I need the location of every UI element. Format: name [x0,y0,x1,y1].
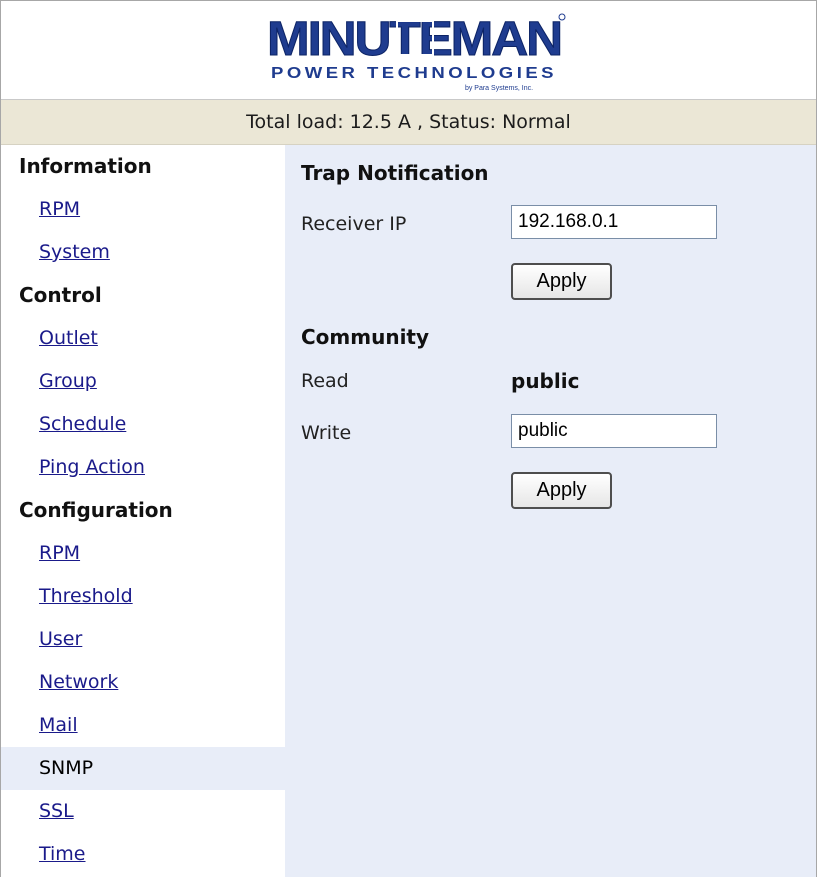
sidebar-item-configuration-rpm[interactable]: RPM [1,532,285,575]
sidebar-item-snmp[interactable]: SNMP [1,747,285,790]
sidebar: Information RPM System Control Outlet Gr… [1,145,285,877]
status-text: Total load: 12.5 A , Status: Normal [246,111,571,133]
sidebar-link-schedule[interactable]: Schedule [39,413,126,435]
sidebar-section-information: Information [19,154,152,178]
sidebar-link-system[interactable]: System [39,241,110,263]
read-community-label: Read [301,370,349,392]
header: MINUTEMAN POWER TECHNOLOGIES by Para Sys… [1,1,816,100]
sidebar-link-ping-action[interactable]: Ping Action [39,456,145,478]
sidebar-item-information-rpm[interactable]: RPM [1,188,285,231]
sidebar-item-threshold[interactable]: Threshold [1,575,285,618]
community-heading: Community [301,325,430,349]
sidebar-link-network[interactable]: Network [39,671,118,693]
trap-notification-heading: Trap Notification [301,161,489,185]
community-apply-button[interactable]: Apply [511,472,612,509]
sidebar-item-mail[interactable]: Mail [1,704,285,747]
status-bar: Total load: 12.5 A , Status: Normal [1,100,816,145]
sidebar-item-system[interactable]: System [1,231,285,274]
sidebar-link-mail[interactable]: Mail [39,714,78,736]
receiver-ip-label: Receiver IP [301,213,407,235]
sidebar-item-user[interactable]: User [1,618,285,661]
snmp-panel: Trap Notification Receiver IP Apply Comm… [285,145,816,877]
receiver-ip-input[interactable] [511,205,717,239]
sidebar-item-ssl[interactable]: SSL [1,790,285,833]
trap-apply-button[interactable]: Apply [511,263,612,300]
sidebar-section-control: Control [19,283,102,307]
sidebar-item-network[interactable]: Network [1,661,285,704]
sidebar-item-group[interactable]: Group [1,360,285,403]
sidebar-link-user[interactable]: User [39,628,82,650]
sidebar-section-configuration: Configuration [19,498,173,522]
minuteman-logo: MINUTEMAN POWER TECHNOLOGIES by Para Sys… [267,13,566,92]
sidebar-item-outlet[interactable]: Outlet [1,317,285,360]
sidebar-link-configuration-rpm[interactable]: RPM [39,542,80,564]
read-community-value: public [511,369,580,393]
sidebar-item-ping-action[interactable]: Ping Action [1,446,285,489]
sidebar-link-information-rpm[interactable]: RPM [39,198,80,220]
sidebar-item-time[interactable]: Time [1,833,285,876]
sidebar-link-ssl[interactable]: SSL [39,800,74,822]
sidebar-link-outlet[interactable]: Outlet [39,327,98,349]
page-frame: MINUTEMAN POWER TECHNOLOGIES by Para Sys… [0,0,817,877]
write-community-label: Write [301,422,352,444]
sidebar-link-time[interactable]: Time [39,843,86,865]
sidebar-item-schedule[interactable]: Schedule [1,403,285,446]
logo-sub-text: POWER TECHNOLOGIES [271,65,557,82]
logo-tag-text: by Para Systems, Inc. [465,85,533,92]
sidebar-label-snmp: SNMP [39,757,94,779]
sidebar-link-group[interactable]: Group [39,370,97,392]
write-community-input[interactable] [511,414,717,448]
sidebar-link-threshold[interactable]: Threshold [39,585,133,607]
